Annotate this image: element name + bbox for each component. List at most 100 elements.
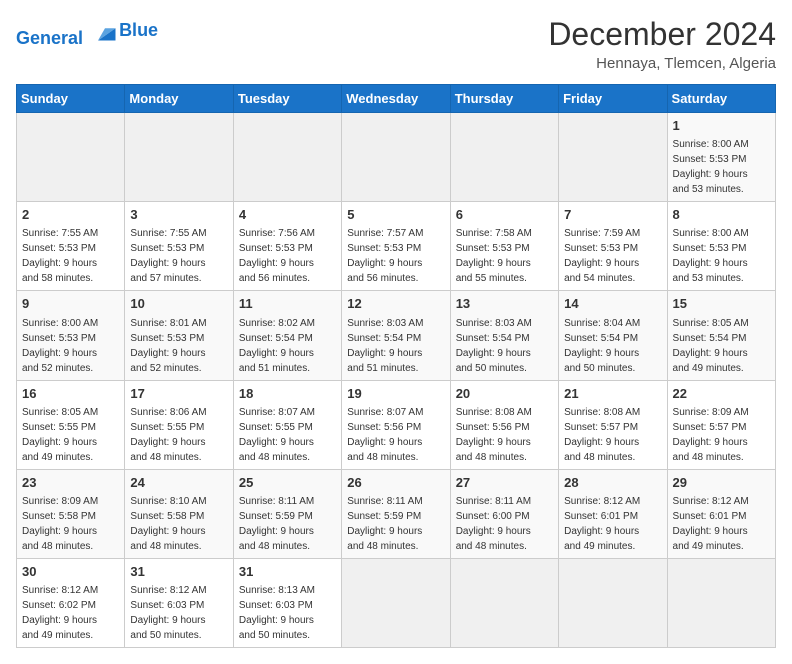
calendar-cell bbox=[342, 113, 450, 202]
day-number: 7 bbox=[564, 206, 661, 224]
calendar-cell: 4Sunrise: 7:56 AMSunset: 5:53 PMDaylight… bbox=[233, 202, 341, 291]
col-monday: Monday bbox=[125, 85, 233, 113]
day-number: 21 bbox=[564, 385, 661, 403]
day-number: 15 bbox=[673, 295, 770, 313]
day-info: Sunrise: 8:09 AMSunset: 5:58 PMDaylight:… bbox=[22, 494, 119, 554]
day-number: 9 bbox=[22, 295, 119, 313]
calendar-cell: 20Sunrise: 8:08 AMSunset: 5:56 PMDayligh… bbox=[450, 380, 558, 469]
calendar-cell bbox=[17, 113, 125, 202]
calendar-cell bbox=[450, 113, 558, 202]
calendar-cell: 22Sunrise: 8:09 AMSunset: 5:57 PMDayligh… bbox=[667, 380, 775, 469]
day-number: 3 bbox=[130, 206, 227, 224]
day-info: Sunrise: 8:00 AMSunset: 5:53 PMDaylight:… bbox=[673, 226, 770, 286]
calendar-cell: 26 Sunrise: 8:11 AMSunset: 5:59 PMDayligh… bbox=[342, 469, 450, 558]
day-number: 10 bbox=[130, 295, 227, 313]
day-number: 14 bbox=[564, 295, 661, 313]
day-number: 16 bbox=[22, 385, 119, 403]
calendar-cell: 31Sunrise: 8:13 AMSunset: 6:03 PMDayligh… bbox=[233, 558, 341, 647]
calendar-body: 1 Sunrise: 8:00 AMSunset: 5:53 PMDaylight… bbox=[17, 113, 776, 648]
calendar-cell: 23 Sunrise: 8:09 AMSunset: 5:58 PMDayligh… bbox=[17, 469, 125, 558]
calendar-cell: 7 Sunrise: 7:59 AMSunset: 5:53 PMDaylight… bbox=[559, 202, 667, 291]
day-info: Sunrise: 8:07 AMSunset: 5:55 PMDaylight:… bbox=[239, 405, 336, 465]
day-info: Sunrise: 8:11 AMSunset: 6:00 PMDaylight:… bbox=[456, 494, 553, 554]
col-tuesday: Tuesday bbox=[233, 85, 341, 113]
day-info: Sunrise: 8:02 AMSunset: 5:54 PMDaylight:… bbox=[239, 316, 336, 376]
day-number: 27 bbox=[456, 474, 553, 492]
day-info: Sunrise: 8:00 AMSunset: 5:53 PMDaylight:… bbox=[22, 316, 119, 376]
calendar-row: 16 Sunrise: 8:05 AMSunset: 5:55 PMDayligh… bbox=[17, 380, 776, 469]
day-number: 29 bbox=[673, 474, 770, 492]
calendar-cell bbox=[233, 113, 341, 202]
day-info: Sunrise: 7:59 AMSunset: 5:53 PMDaylight:… bbox=[564, 226, 661, 286]
logo-blue: Blue bbox=[119, 21, 158, 41]
day-number: 13 bbox=[456, 295, 553, 313]
calendar-title: December 2024 bbox=[548, 16, 776, 53]
col-thursday: Thursday bbox=[450, 85, 558, 113]
day-number: 1 bbox=[673, 117, 770, 135]
calendar-cell: 19 Sunrise: 8:07 AMSunset: 5:56 PMDayligh… bbox=[342, 380, 450, 469]
col-wednesday: Wednesday bbox=[342, 85, 450, 113]
calendar-cell: 11 Sunrise: 8:02 AMSunset: 5:54 PMDayligh… bbox=[233, 291, 341, 380]
day-info: Sunrise: 8:01 AMSunset: 5:53 PMDaylight:… bbox=[130, 316, 227, 376]
day-info: Sunrise: 7:56 AMSunset: 5:53 PMDaylight:… bbox=[239, 226, 336, 286]
calendar-cell: 6 Sunrise: 7:58 AMSunset: 5:53 PMDaylight… bbox=[450, 202, 558, 291]
day-info: Sunrise: 8:12 AMSunset: 6:02 PMDaylight:… bbox=[22, 583, 119, 643]
calendar-cell: 10 Sunrise: 8:01 AMSunset: 5:53 PMDayligh… bbox=[125, 291, 233, 380]
day-info: Sunrise: 7:55 AMSunset: 5:53 PMDaylight:… bbox=[130, 226, 227, 286]
calendar-table: Sunday Monday Tuesday Wednesday Thursday… bbox=[16, 84, 776, 648]
day-number: 24 bbox=[130, 474, 227, 492]
calendar-cell: 28 Sunrise: 8:12 AMSunset: 6:01 PMDayligh… bbox=[559, 469, 667, 558]
calendar-cell: 21 Sunrise: 8:08 AMSunset: 5:57 PMDayligh… bbox=[559, 380, 667, 469]
calendar-cell: 1Sunrise: 8:00 AMSunset: 5:53 PMDaylight… bbox=[667, 113, 775, 202]
day-number: 30 bbox=[22, 563, 119, 581]
calendar-cell: 8 Sunrise: 8:00 AMSunset: 5:53 PMDaylight… bbox=[667, 202, 775, 291]
logo-general: General bbox=[16, 28, 83, 48]
day-info: Sunrise: 7:58 AMSunset: 5:53 PMDaylight:… bbox=[456, 226, 553, 286]
day-info: Sunrise: 8:06 AMSunset: 5:55 PMDaylight:… bbox=[130, 405, 227, 465]
day-info: Sunrise: 8:05 AMSunset: 5:54 PMDaylight:… bbox=[673, 316, 770, 376]
col-saturday: Saturday bbox=[667, 85, 775, 113]
day-info: Sunrise: 8:12 AMSunset: 6:01 PMDaylight:… bbox=[673, 494, 770, 554]
header-row: Sunday Monday Tuesday Wednesday Thursday… bbox=[17, 85, 776, 113]
day-info: Sunrise: 8:12 AMSunset: 6:03 PMDaylight:… bbox=[130, 583, 227, 643]
calendar-cell bbox=[559, 113, 667, 202]
calendar-cell bbox=[342, 558, 450, 647]
day-info: Sunrise: 8:11 AMSunset: 5:59 PMDaylight:… bbox=[347, 494, 444, 554]
day-info: Sunrise: 8:10 AMSunset: 5:58 PMDaylight:… bbox=[130, 494, 227, 554]
day-number: 11 bbox=[239, 295, 336, 313]
day-number: 17 bbox=[130, 385, 227, 403]
calendar-header: Sunday Monday Tuesday Wednesday Thursday… bbox=[17, 85, 776, 113]
calendar-subtitle: Hennaya, Tlemcen, Algeria bbox=[548, 55, 776, 72]
day-info: Sunrise: 8:12 AMSunset: 6:01 PMDaylight:… bbox=[564, 494, 661, 554]
day-info: Sunrise: 8:11 AMSunset: 5:59 PMDaylight:… bbox=[239, 494, 336, 554]
day-number: 25 bbox=[239, 474, 336, 492]
calendar-cell: 31 Sunrise: 8:12 AMSunset: 6:03 PMDayligh… bbox=[125, 558, 233, 647]
day-info: Sunrise: 7:57 AMSunset: 5:53 PMDaylight:… bbox=[347, 226, 444, 286]
day-number: 28 bbox=[564, 474, 661, 492]
calendar-cell bbox=[667, 558, 775, 647]
day-number: 19 bbox=[347, 385, 444, 403]
day-number: 5 bbox=[347, 206, 444, 224]
day-info: Sunrise: 8:08 AMSunset: 5:57 PMDaylight:… bbox=[564, 405, 661, 465]
day-number: 31 bbox=[130, 563, 227, 581]
day-number: 20 bbox=[456, 385, 553, 403]
col-friday: Friday bbox=[559, 85, 667, 113]
header: General Blue December 2024 Hennaya, Tlem… bbox=[16, 16, 776, 72]
logo-text: General bbox=[16, 16, 119, 49]
calendar-row: 9 Sunrise: 8:00 AMSunset: 5:53 PMDaylight… bbox=[17, 291, 776, 380]
calendar-row: 2Sunrise: 7:55 AMSunset: 5:53 PMDaylight… bbox=[17, 202, 776, 291]
day-number: 26 bbox=[347, 474, 444, 492]
day-number: 8 bbox=[673, 206, 770, 224]
day-number: 22 bbox=[673, 385, 770, 403]
day-number: 23 bbox=[22, 474, 119, 492]
calendar-cell: 3 Sunrise: 7:55 AMSunset: 5:53 PMDaylight… bbox=[125, 202, 233, 291]
logo-icon bbox=[91, 16, 119, 44]
calendar-row: 30 Sunrise: 8:12 AMSunset: 6:02 PMDayligh… bbox=[17, 558, 776, 647]
day-info: Sunrise: 8:05 AMSunset: 5:55 PMDaylight:… bbox=[22, 405, 119, 465]
calendar-cell bbox=[450, 558, 558, 647]
day-number: 6 bbox=[456, 206, 553, 224]
calendar-cell: 17 Sunrise: 8:06 AMSunset: 5:55 PMDayligh… bbox=[125, 380, 233, 469]
day-info: Sunrise: 8:07 AMSunset: 5:56 PMDaylight:… bbox=[347, 405, 444, 465]
day-number: 31 bbox=[239, 563, 336, 581]
title-area: December 2024 Hennaya, Tlemcen, Algeria bbox=[548, 16, 776, 72]
